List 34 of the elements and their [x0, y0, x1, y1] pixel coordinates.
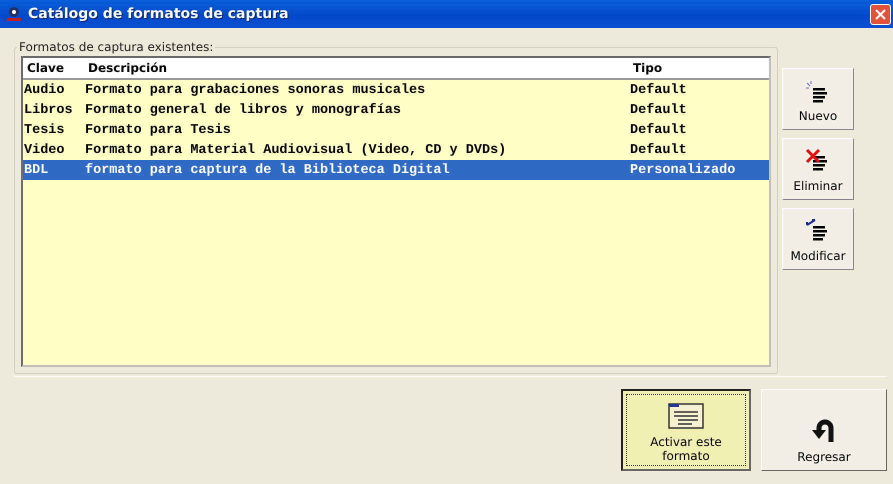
- list-cell-text: BDL: [23, 162, 50, 178]
- list-row[interactable]: Audio Formato para grabaciones sonoras musicales Default: [23, 80, 769, 100]
- modify-button[interactable]: Modificar: [782, 208, 854, 270]
- window-title: Catálogo de formatos de captura: [28, 6, 290, 22]
- group-label: Formatos de captura existentes:: [18, 40, 214, 54]
- window-icon: [668, 403, 704, 429]
- list-row[interactable]: Libros Formato general de libros y monografías Default: [23, 100, 769, 120]
- back-button[interactable]: Regresar: [761, 389, 887, 471]
- list-cell-text: Formato para Material Audiovisual (Video, CD y DVDs): [84, 142, 508, 158]
- delete-button[interactable]: Eliminar: [782, 138, 854, 200]
- list-cell-text: Formato general de libros y monografías: [84, 102, 402, 118]
- list-cell-text: Default: [629, 102, 688, 118]
- list-cell-text: Video: [23, 142, 66, 158]
- list-cell-text: Formato para grabaciones sonoras musicales: [84, 82, 426, 98]
- close-icon: [875, 8, 886, 20]
- list-row[interactable]: Tesis Formato para Tesis Default: [23, 120, 769, 140]
- column-header[interactable]: Clave: [23, 61, 84, 75]
- app-icon: [6, 6, 22, 22]
- list-cell-text: Formato para Tesis: [84, 122, 232, 138]
- list-cell-text: formato para captura de la Biblioteca Digital: [84, 162, 451, 178]
- list-row[interactable]: BDL formato para captura de la Biblioteca Digital Personalizado: [23, 160, 769, 180]
- list-cell-text: Personalizado: [629, 162, 736, 178]
- list-cell-text: Default: [629, 122, 688, 138]
- list-cell-text: Audio: [23, 82, 66, 98]
- list-cell-text: Libros: [23, 102, 74, 118]
- close-button[interactable]: [870, 4, 891, 24]
- list-row[interactable]: Video Formato para Material Audiovisual (Video, CD y DVDs) Default: [23, 140, 769, 160]
- column-header[interactable]: Tipo: [629, 61, 769, 75]
- list-cell-text: Tesis: [23, 122, 66, 138]
- new-button[interactable]: Nuevo: [782, 68, 854, 130]
- activate-button[interactable]: Activar este formato: [621, 389, 751, 471]
- list-cell-text: Default: [629, 142, 688, 158]
- column-header[interactable]: Descripción: [84, 61, 629, 75]
- list-cell-text: Default: [629, 82, 688, 98]
